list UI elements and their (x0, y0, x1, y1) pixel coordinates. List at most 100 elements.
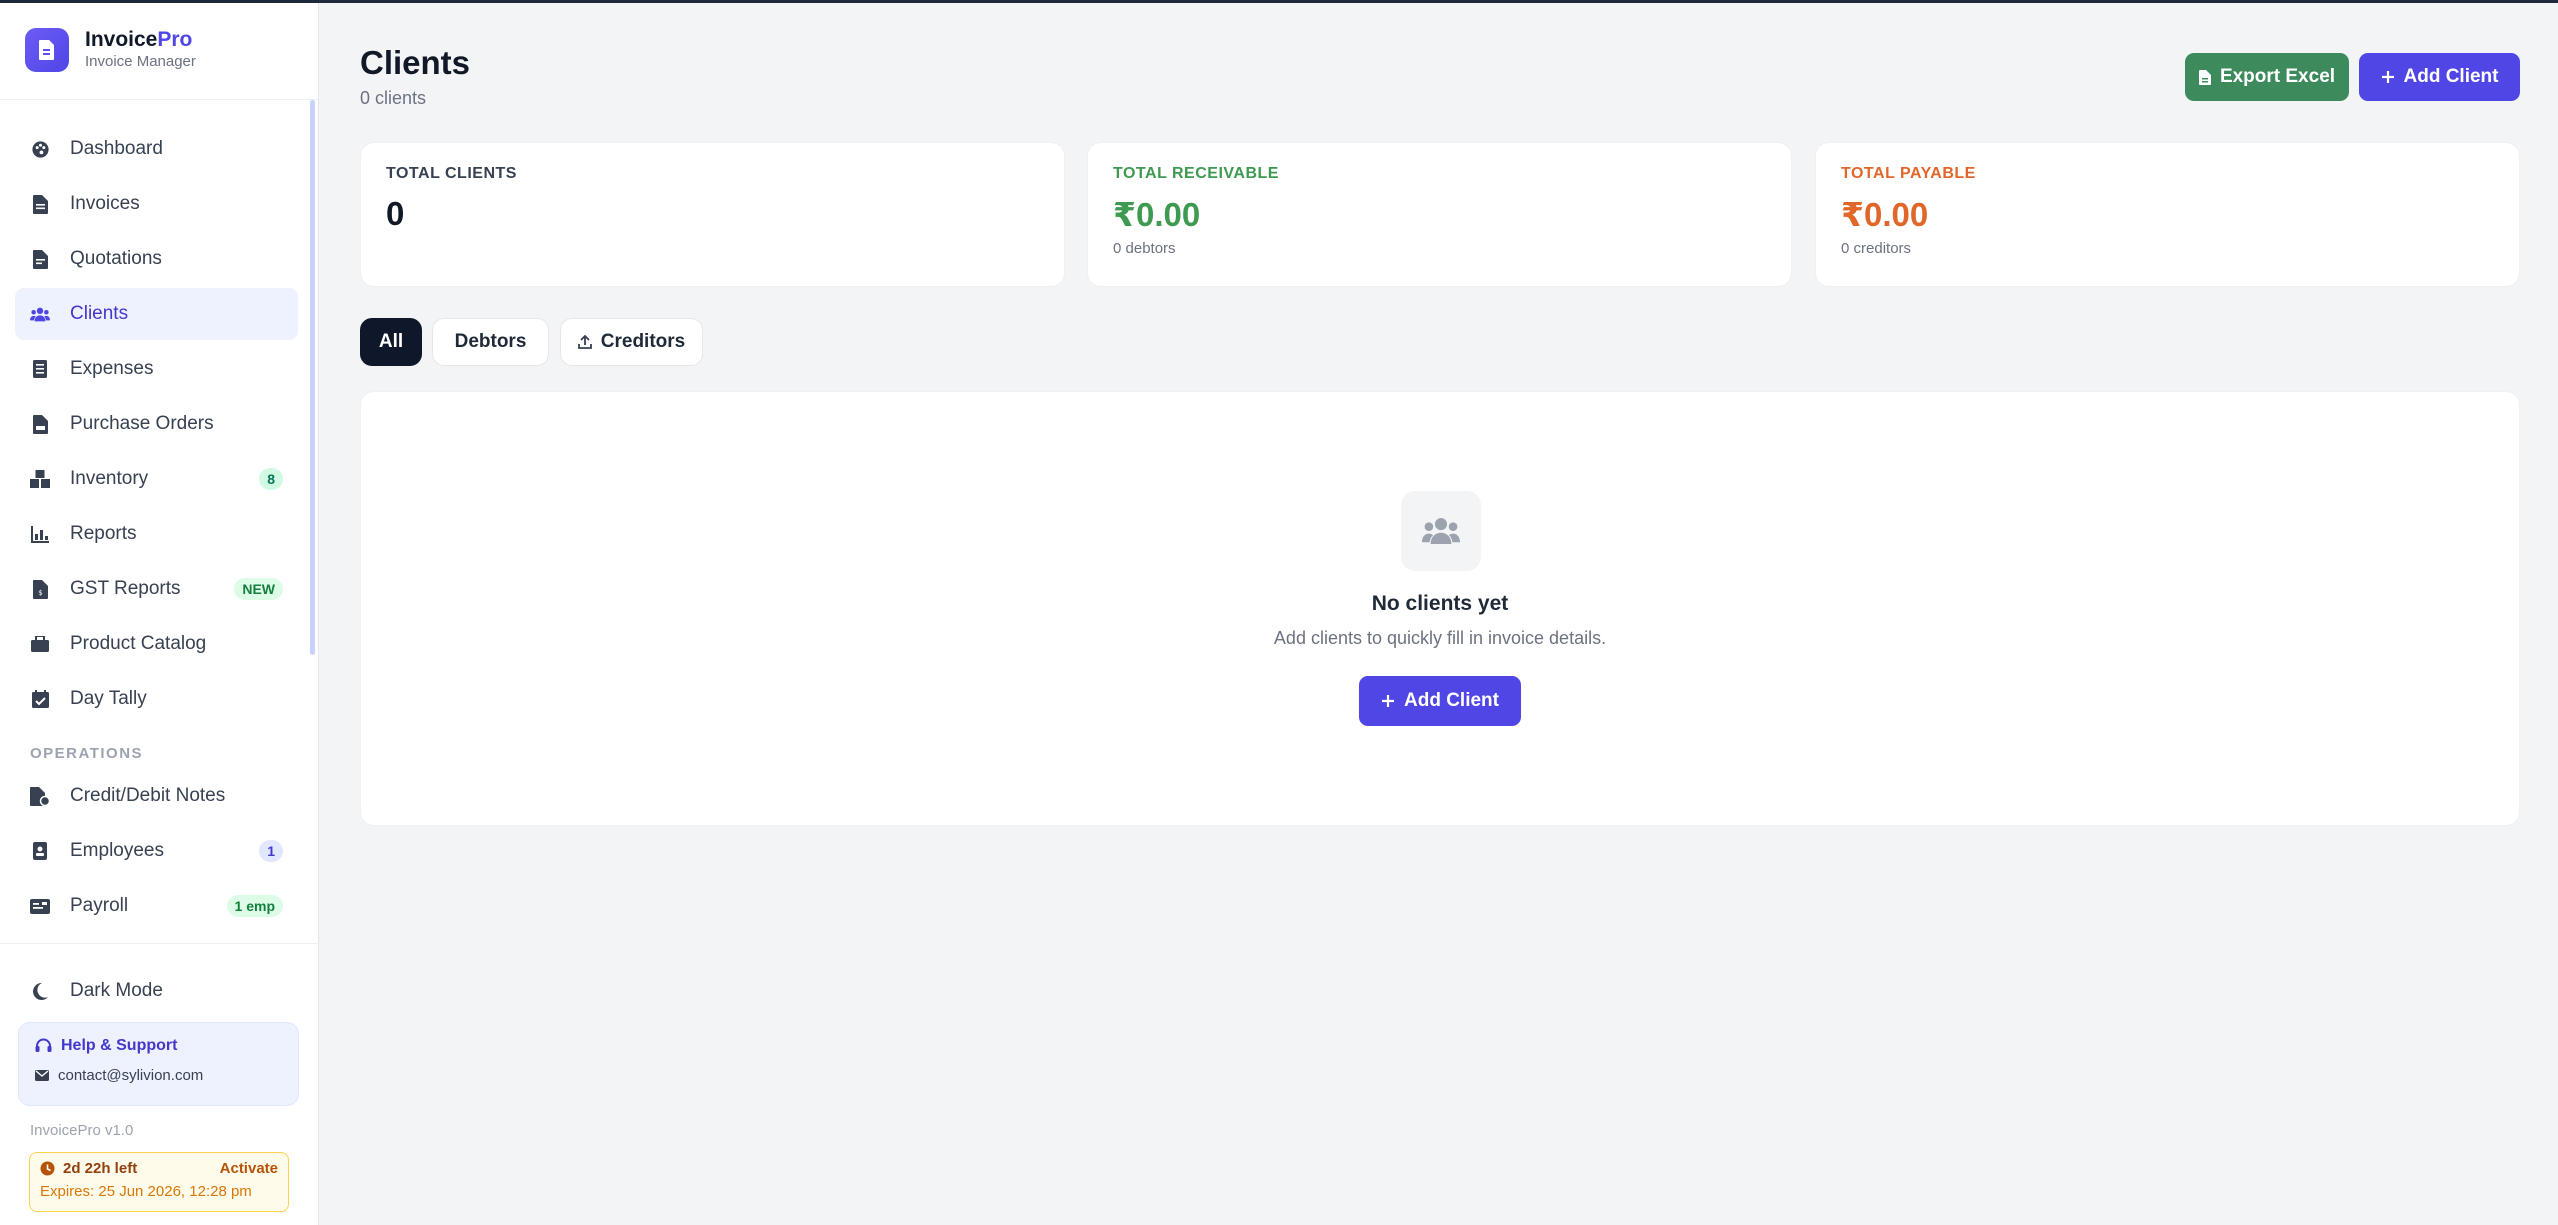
top-accent-line (0, 0, 2558, 3)
sidebar: InvoicePro Invoice Manager Dashboard Inv… (0, 0, 319, 1225)
stat-total-payable: TOTAL PAYABLE ₹0.00 0 creditors (1815, 142, 2520, 287)
tab-all[interactable]: All (360, 318, 422, 366)
sidebar-item-label: Employees (70, 840, 164, 861)
sidebar-item-label: Reports (70, 523, 137, 544)
tab-all-label: All (378, 331, 404, 352)
file-invoice-icon (30, 194, 50, 214)
stat-value: 0 (386, 195, 405, 232)
upload-icon (577, 335, 592, 349)
store-icon (30, 634, 50, 654)
empty-description: Add clients to quickly fill in invoice d… (1273, 628, 1607, 648)
file-excel-icon (2198, 69, 2211, 85)
clients-empty-state: No clients yet Add clients to quickly fi… (360, 391, 2520, 826)
support-email-link[interactable]: contact@sylivion.com (58, 1067, 203, 1084)
tab-debtors-label: Debtors (454, 331, 527, 352)
add-client-label: Add Client (2403, 66, 2499, 87)
file-po-icon (30, 414, 50, 434)
file-lines-icon (30, 249, 50, 269)
receipt-icon (30, 359, 50, 379)
sidebar-item-label: Day Tally (70, 688, 147, 709)
client-count: 0 clients (360, 88, 427, 108)
stat-label: TOTAL CLIENTS (386, 165, 517, 182)
moon-icon (30, 981, 50, 1001)
trial-banner: 2d 22h left Activate Expires: 25 Jun 202… (29, 1152, 289, 1212)
headset-icon (35, 1038, 52, 1054)
sidebar-item-label: Dashboard (70, 138, 163, 159)
brand-subtitle: Invoice Manager (85, 53, 196, 70)
section-operations-heading: OPERATIONS (30, 745, 144, 762)
sidebar-item-quotations[interactable]: Quotations (15, 233, 298, 285)
brand[interactable]: InvoicePro Invoice Manager (0, 0, 318, 100)
payroll-badge: 1 emp (226, 895, 283, 917)
palette-icon (30, 139, 50, 159)
page-title: Clients (360, 44, 471, 81)
sidebar-item-label: GST Reports (70, 578, 181, 599)
stat-total-receivable: TOTAL RECEIVABLE ₹0.00 0 debtors (1087, 142, 1792, 287)
calendar-check-icon (30, 689, 50, 709)
money-check-icon (30, 896, 50, 916)
sidebar-item-inventory[interactable]: Inventory 8 (15, 453, 298, 505)
sidebar-item-invoices[interactable]: Invoices (15, 178, 298, 230)
sidebar-item-label: Credit/Debit Notes (70, 785, 226, 806)
sidebar-item-credit-debit-notes[interactable]: Credit/Debit Notes (15, 770, 298, 822)
sidebar-item-purchase-orders[interactable]: Purchase Orders (15, 398, 298, 450)
stat-value: ₹0.00 (1113, 196, 1201, 233)
tab-debtors[interactable]: Debtors (432, 318, 549, 366)
file-gst-icon: $ (30, 579, 50, 599)
stat-sub: 0 debtors (1113, 240, 1176, 257)
employees-count-badge: 1 (259, 840, 283, 862)
tab-creditors[interactable]: Creditors (560, 318, 703, 366)
sidebar-item-clients[interactable]: Clients (15, 288, 298, 340)
sidebar-item-label: Clients (70, 303, 129, 324)
sidebar-item-day-tally[interactable]: Day Tally (15, 673, 298, 725)
gst-new-badge: NEW (234, 578, 283, 600)
dark-mode-label: Dark Mode (70, 980, 163, 1001)
sidebar-item-label: Expenses (70, 358, 154, 379)
activate-link[interactable]: Activate (220, 1160, 278, 1177)
sidebar-item-label: Product Catalog (70, 633, 207, 654)
export-excel-button[interactable]: Export Excel (2185, 53, 2349, 101)
tab-creditors-label: Creditors (600, 331, 686, 352)
sidebar-item-label: Quotations (70, 248, 162, 269)
stat-sub: 0 creditors (1841, 240, 1912, 257)
trial-time-left: 2d 22h left (63, 1160, 138, 1177)
help-title: Help & Support (61, 1037, 178, 1054)
clock-icon (40, 1161, 55, 1176)
empty-title: No clients yet (1371, 592, 1509, 615)
sidebar-footer-divider (0, 943, 319, 944)
help-support-card[interactable]: Help & Support contact@sylivion.com (18, 1022, 299, 1106)
sidebar-item-label: Inventory (70, 468, 149, 489)
file-note-icon (30, 786, 50, 806)
stat-label: TOTAL RECEIVABLE (1113, 165, 1279, 182)
envelope-icon (35, 1070, 49, 1081)
users-icon (1401, 491, 1481, 571)
sidebar-item-dashboard[interactable]: Dashboard (15, 123, 298, 175)
id-badge-icon (30, 841, 50, 861)
plus-icon (1381, 694, 1395, 708)
trial-expiry: Expires: 25 Jun 2026, 12:28 pm (40, 1183, 252, 1200)
sidebar-item-label: Payroll (70, 895, 129, 916)
brand-name: InvoicePro (85, 28, 193, 51)
app-version: InvoicePro v1.0 (30, 1122, 134, 1139)
sidebar-item-employees[interactable]: Employees 1 (15, 825, 298, 877)
svg-text:$: $ (38, 589, 42, 597)
sidebar-scrollbar[interactable] (310, 100, 315, 655)
sidebar-item-gst-reports[interactable]: $ GST Reports NEW (15, 563, 298, 615)
plus-icon (2381, 70, 2395, 84)
empty-add-client-button[interactable]: Add Client (1359, 676, 1521, 726)
stat-value: ₹0.00 (1841, 196, 1929, 233)
sidebar-item-product-catalog[interactable]: Product Catalog (15, 618, 298, 670)
dark-mode-toggle[interactable]: Dark Mode (15, 965, 298, 1017)
users-icon (30, 304, 50, 324)
chart-bar-icon (30, 524, 50, 544)
export-excel-label: Export Excel (2219, 66, 2336, 87)
sidebar-item-expenses[interactable]: Expenses (15, 343, 298, 395)
sidebar-item-label: Invoices (70, 193, 140, 214)
add-client-button[interactable]: Add Client (2359, 53, 2520, 101)
sidebar-item-payroll[interactable]: Payroll 1 emp (15, 880, 298, 932)
stat-total-clients: TOTAL CLIENTS 0 (360, 142, 1065, 287)
sidebar-item-reports[interactable]: Reports (15, 508, 298, 560)
boxes-icon (30, 469, 50, 489)
empty-add-client-label: Add Client (1404, 690, 1499, 711)
inventory-count-badge: 8 (259, 468, 283, 490)
